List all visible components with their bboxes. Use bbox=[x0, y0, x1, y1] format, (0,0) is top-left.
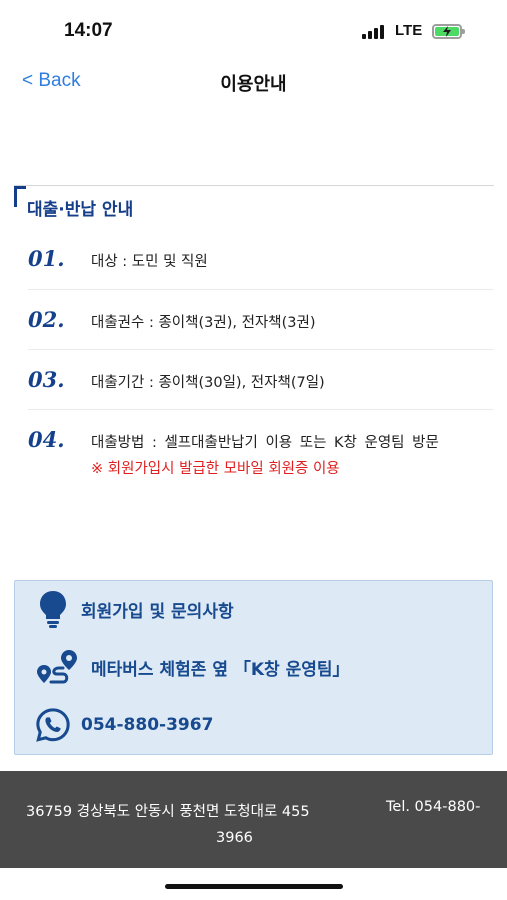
lightbulb-icon bbox=[35, 591, 71, 628]
item-number: 03. bbox=[28, 367, 65, 392]
location-label: 메타버스 체험존 옆 「K창 운영팀」 bbox=[91, 659, 350, 680]
info-box: 회원가입 및 문의사항 메타버스 체험존 옆 「K창 운영팀」 054-880-… bbox=[14, 580, 493, 755]
status-bar: 14:07 LTE bbox=[0, 0, 507, 60]
item-text: 대상 : 도민 및 직원 bbox=[91, 254, 208, 270]
network-type: LTE bbox=[395, 22, 423, 39]
phone-row[interactable]: 054-880-3967 bbox=[35, 707, 213, 743]
status-time: 14:07 bbox=[64, 20, 113, 41]
whatsapp-phone-icon bbox=[35, 707, 71, 743]
section-corner-mark-top bbox=[14, 186, 26, 189]
item-number: 04. bbox=[28, 427, 65, 452]
section-divider bbox=[14, 185, 494, 186]
item-note: ※ 회원가입시 발급한 모바일 회원증 이용 bbox=[91, 461, 340, 477]
inquiry-row: 회원가입 및 문의사항 bbox=[35, 591, 234, 628]
home-indicator[interactable] bbox=[165, 884, 343, 889]
section-corner-mark bbox=[14, 186, 17, 207]
section-title: 대출·반납 안내 bbox=[27, 200, 134, 220]
footer: 36759 경상북도 안동시 풍천면 도청대로 455 3966 Tel. 05… bbox=[0, 771, 507, 868]
route-map-icon bbox=[35, 649, 81, 685]
phone-number[interactable]: 054-880-3967 bbox=[81, 715, 213, 735]
divider bbox=[28, 289, 494, 290]
footer-address-text: 36759 경상북도 안동시 풍천면 도청대로 455 bbox=[26, 804, 310, 820]
signal-icon bbox=[362, 25, 388, 39]
item-text: 대출방법 : 셀프대출반납기 이용 또는 K창 운영팀 방문 bbox=[91, 435, 439, 451]
footer-tel-rest: 3966 bbox=[216, 830, 253, 846]
item-text: 대출기간 : 종이책(30일), 전자책(7일) bbox=[91, 375, 325, 391]
item-text: 대출권수 : 종이책(3권), 전자책(3권) bbox=[91, 315, 316, 331]
divider bbox=[28, 349, 494, 350]
inquiry-label: 회원가입 및 문의사항 bbox=[81, 601, 234, 622]
back-button[interactable]: < Back bbox=[22, 70, 81, 92]
item-number: 02. bbox=[28, 307, 65, 332]
footer-tel: Tel. 054-880- bbox=[386, 799, 481, 815]
battery-icon bbox=[432, 24, 465, 39]
item-text-block: 대출방법 : 셀프대출반납기 이용 또는 K창 운영팀 방문 ※ 회원가입시 발… bbox=[91, 430, 471, 482]
location-row: 메타버스 체험존 옆 「K창 운영팀」 bbox=[35, 649, 350, 685]
divider bbox=[28, 409, 494, 410]
item-number: 01. bbox=[28, 246, 65, 271]
